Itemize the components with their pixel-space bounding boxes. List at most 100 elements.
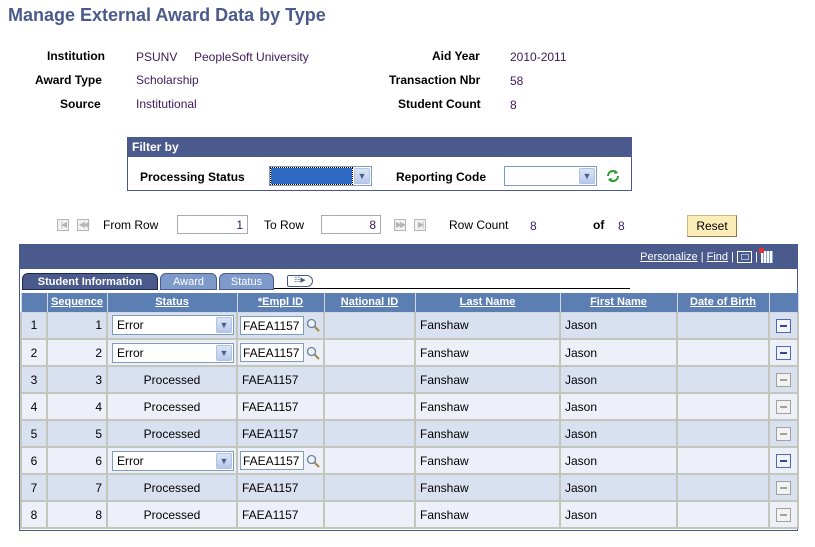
national-id-cell [323,338,416,367]
last-name-cell: Fanshaw [414,365,561,394]
sequence-cell: 2 [46,338,108,367]
row-number: 6 [20,446,48,475]
delete-row-icon [776,480,791,495]
transaction-label: Transaction Nbr [389,73,481,87]
institution-name: PeopleSoft University [194,50,309,64]
status-cell: Error ▼ [106,338,238,367]
row-number: 7 [20,473,48,502]
first-name-cell: Jason [559,446,678,475]
page-title: Manage External Award Data by Type [8,5,326,25]
reset-button[interactable]: Reset [687,215,737,237]
empl-id-cell: FAEA1157 [236,338,325,367]
row-number: 5 [20,419,48,448]
search-icon[interactable] [306,318,320,332]
chevron-down-icon: ▼ [216,344,232,361]
last-name-cell: Fanshaw [414,311,561,340]
national-id-cell [323,419,416,448]
header-national-id[interactable]: National ID [323,293,416,313]
delete-cell [768,365,799,394]
from-row-input[interactable]: 1 [177,215,248,234]
table-header-row: Sequence Status *Empl ID National ID Las… [20,293,799,313]
delete-cell [768,338,799,367]
award-type-value: Scholarship [136,73,199,87]
first-name-cell: Jason [559,500,678,529]
next-page-icon[interactable]: ▶▶ [394,219,406,231]
header-status[interactable]: Status [106,293,238,313]
aid-year-label: Aid Year [432,49,480,63]
search-icon[interactable] [306,454,320,468]
last-page-icon[interactable]: ▶| [414,219,426,231]
first-name-cell: Jason [559,473,678,502]
view-all-icon[interactable] [737,251,753,264]
header-actions [768,293,799,313]
tab-status[interactable]: Status [219,273,274,290]
header-empl-id[interactable]: *Empl ID [236,293,325,313]
delete-row-icon[interactable] [776,345,791,360]
status-select[interactable]: Error ▼ [112,450,234,471]
previous-page-icon[interactable]: ◀◀ [77,219,89,231]
row-count-value: 8 [530,219,537,233]
row-number: 3 [20,365,48,394]
status-select[interactable]: Error ▼ [112,315,234,336]
empl-id-input[interactable]: FAEA1157 [240,451,304,470]
search-icon[interactable] [306,346,320,360]
status-select[interactable]: Error ▼ [112,342,234,363]
row-count-label: Row Count [449,218,509,232]
header-first-name[interactable]: First Name [559,293,678,313]
sequence-cell: 3 [46,365,108,394]
tab-student-information[interactable]: Student Information [22,273,158,290]
first-name-cell: Jason [559,392,678,421]
delete-row-icon[interactable] [776,318,791,333]
download-excel-icon[interactable] [759,248,773,264]
national-id-cell [323,311,416,340]
row-number: 4 [20,392,48,421]
header-date-of-birth[interactable]: Date of Birth [676,293,770,313]
dob-cell [676,446,770,475]
award-type-label: Award Type [35,73,102,87]
empl-id-cell: FAEA1157 [236,446,325,475]
processing-status-select[interactable]: ▼ [269,166,372,186]
tab-baseline [274,288,630,289]
to-row-input[interactable]: 8 [321,215,381,234]
first-name-cell: Jason [559,311,678,340]
student-count-label: Student Count [398,97,481,111]
delete-cell [768,311,799,340]
delete-cell [768,446,799,475]
header-last-name[interactable]: Last Name [414,293,561,313]
table-row: 4 4 Processed FAEA1157 Fanshaw Jason [20,392,799,421]
empl-id-input[interactable]: FAEA1157 [240,343,304,362]
dob-cell [676,500,770,529]
grid-tabs: Student Information Award Status ☷▶ [20,269,797,290]
table-row: 5 5 Processed FAEA1157 Fanshaw Jason [20,419,799,448]
delete-row-icon [776,507,791,522]
refresh-icon[interactable] [605,168,621,184]
find-link[interactable]: Find [707,251,728,263]
dob-cell [676,419,770,448]
delete-row-icon[interactable] [776,453,791,468]
delete-row-icon [776,426,791,441]
national-id-cell [323,365,416,394]
personalize-link[interactable]: Personalize [640,251,697,263]
reporting-code-label: Reporting Code [396,170,486,184]
show-all-columns-icon[interactable]: ☷▶ [287,275,313,287]
status-cell: Processed [106,500,238,529]
student-table: Sequence Status *Empl ID National ID Las… [20,293,799,529]
sequence-cell: 8 [46,500,108,529]
empl-id-input[interactable]: FAEA1157 [240,315,304,335]
empl-id-cell: FAEA1157 [236,392,325,421]
filter-title: Filter by [128,138,631,157]
institution-label: Institution [47,49,105,63]
first-name-cell: Jason [559,419,678,448]
table-row: 7 7 Processed FAEA1157 Fanshaw Jason [20,473,799,502]
chevron-down-icon: ▼ [216,317,232,334]
tab-award[interactable]: Award [160,273,217,290]
reporting-code-select[interactable]: ▼ [504,166,597,186]
first-page-icon[interactable]: |◀ [57,219,69,231]
delete-cell [768,392,799,421]
filter-box: Filter by Processing Status ▼ Reporting … [127,137,632,191]
aid-year-value: 2010-2011 [510,50,567,64]
source-label: Source [60,97,101,111]
grid-links: Personalize | Find | | [640,248,773,264]
header-sequence[interactable]: Sequence [46,293,108,313]
last-name-cell: Fanshaw [414,419,561,448]
